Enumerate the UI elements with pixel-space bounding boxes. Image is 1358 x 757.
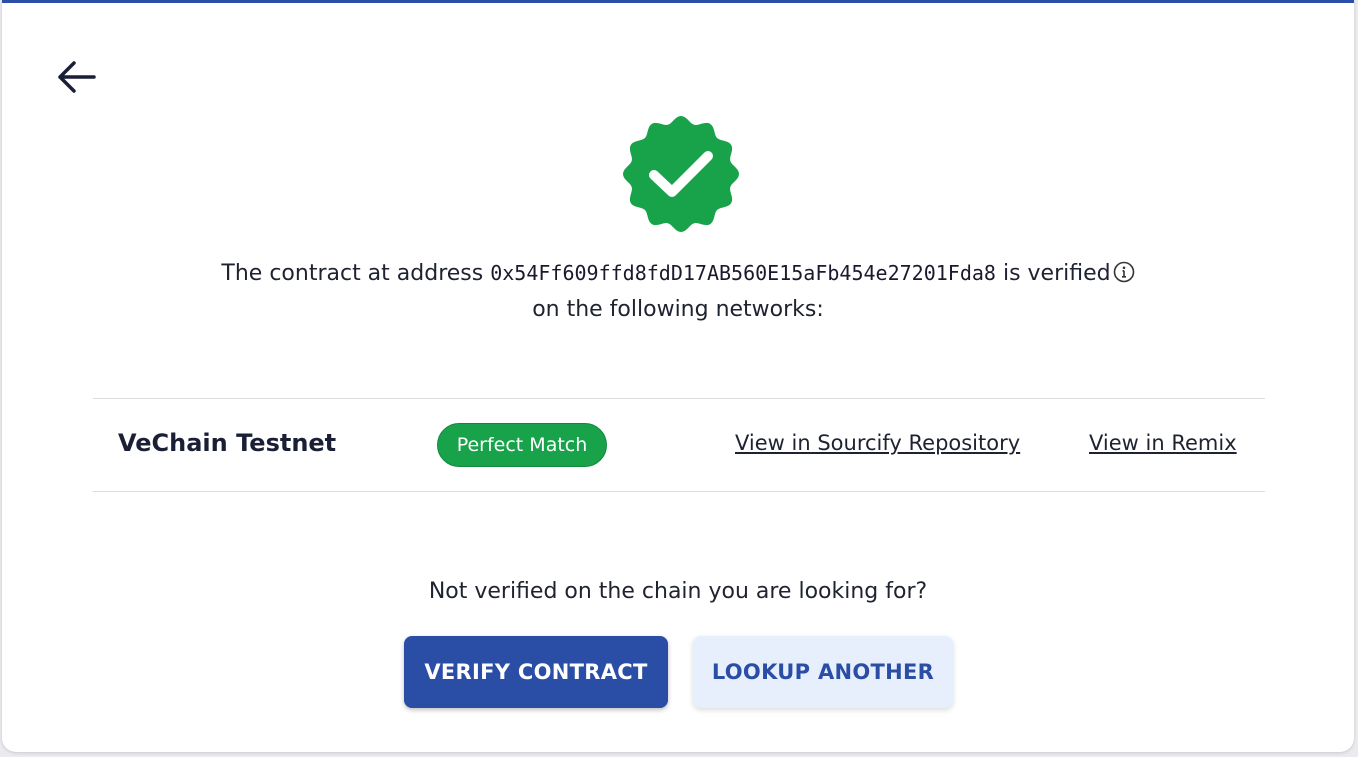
verification-message: The contract at address 0x54Ff609ffd8fdD… [2,255,1354,328]
message-suffix: is verified [1002,261,1111,286]
contract-address[interactable]: 0x54Ff609ffd8fdD17AB560E15aFb454e27201Fd… [490,261,996,285]
network-row: VeChain Testnet Perfect Match View in So… [93,398,1265,492]
not-verified-prompt: Not verified on the chain you are lookin… [428,579,928,604]
sourcify-repository-link[interactable]: View in Sourcify Repository [735,431,1020,455]
back-button[interactable] [52,55,100,99]
verified-badge-check-icon [620,113,742,235]
match-status-badge: Perfect Match [437,423,607,467]
info-circle-icon[interactable] [1113,261,1135,283]
verify-contract-button[interactable]: VERIFY CONTRACT [404,636,668,708]
lookup-another-button[interactable]: LOOKUP ANOTHER [693,636,953,708]
message-prefix: The contract at address [221,261,484,286]
message-line-2: on the following networks: [532,297,824,322]
message-line-1: The contract at address 0x54Ff609ffd8fdD… [2,255,1354,292]
network-name: VeChain Testnet [118,429,337,457]
verification-result-card: The contract at address 0x54Ff609ffd8fdD… [2,0,1354,752]
remix-link[interactable]: View in Remix [1089,431,1237,455]
arrow-left-icon [58,61,96,93]
